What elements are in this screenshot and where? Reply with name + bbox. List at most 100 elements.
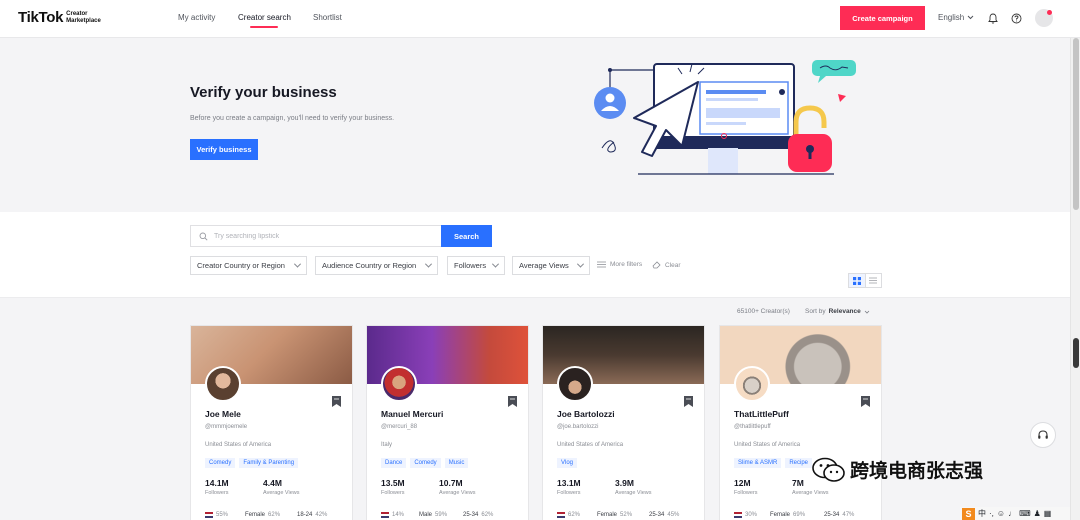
creator-name[interactable]: Joe Mele: [205, 409, 241, 419]
creator-country: Italy: [381, 442, 393, 448]
us-flag-icon: [205, 512, 213, 518]
clear-label: Clear: [665, 261, 681, 269]
create-campaign-button[interactable]: Create campaign: [840, 6, 925, 30]
list-view-icon[interactable]: [866, 274, 882, 287]
us-flag-icon: [734, 512, 742, 518]
audience-gender-pct: 62%: [268, 512, 281, 518]
filter-sliders-icon: [597, 261, 606, 268]
more-filters-button[interactable]: More filters: [597, 261, 642, 268]
creator-name[interactable]: ThatLittlePuff: [734, 409, 789, 419]
ime-punctuation-icon[interactable]: ·,: [989, 509, 994, 518]
creator-handle: @mmmjoemele: [205, 424, 248, 430]
creator-name[interactable]: Manuel Mercuri: [381, 409, 443, 419]
filter-label: Creator Country or Region: [197, 261, 285, 270]
scrollbar-thumb[interactable]: [1073, 38, 1079, 210]
followers-count: 13.5M: [381, 478, 405, 488]
audience-country-filter[interactable]: Audience Country or Region: [315, 256, 438, 275]
audience-age-pct: 42%: [315, 512, 328, 518]
verify-business-banner: Verify your business Before you create a…: [0, 38, 1070, 212]
creator-handle: @joe.bartolozzi: [557, 424, 599, 430]
us-flag-icon: [381, 512, 389, 518]
ime-keyboard-icon[interactable]: ⌨: [1019, 509, 1031, 518]
creator-country: United States of America: [205, 442, 272, 448]
audience-country-pct: 55%: [216, 512, 229, 518]
page-scrollbar[interactable]: [1070, 38, 1080, 520]
bookmark-icon[interactable]: [508, 396, 517, 407]
average-views-filter[interactable]: Average Views: [512, 256, 590, 275]
chevron-down-icon: [967, 15, 974, 20]
bookmark-icon[interactable]: [861, 396, 870, 407]
followers-label: Followers: [205, 490, 229, 496]
search-input[interactable]: [214, 232, 424, 240]
audience-gender-pct: 59%: [435, 512, 448, 518]
creator-card[interactable]: Manuel Mercuri @mercuri_88 Italy Dance C…: [366, 325, 529, 520]
creator-card[interactable]: Joe Mele @mmmjoemele United States of Am…: [190, 325, 353, 520]
audience-gender-pct: 52%: [620, 512, 633, 518]
audience-age: 25-34: [463, 512, 479, 518]
followers-label: Followers: [734, 490, 758, 496]
sogou-ime-icon[interactable]: S: [962, 507, 975, 520]
bookmark-icon[interactable]: [684, 396, 693, 407]
language-selector[interactable]: English: [938, 13, 974, 22]
audience-age-pct: 62%: [481, 512, 494, 518]
audience-country-pct: 62%: [568, 512, 581, 518]
tiktok-creator-marketplace-logo[interactable]: TikTok Creator Marketplace: [18, 9, 106, 26]
help-icon[interactable]: [1009, 11, 1023, 25]
audience-gender-stat: Male 59%: [419, 512, 447, 518]
followers-filter[interactable]: Followers: [447, 256, 505, 275]
view-toggle: [848, 273, 882, 288]
clear-filters-button[interactable]: Clear: [652, 261, 681, 269]
notification-dot: [1047, 10, 1052, 15]
average-views-label: Average Views: [263, 490, 300, 496]
average-views-label: Average Views: [792, 490, 829, 496]
audience-gender-stat: Female 69%: [770, 512, 805, 518]
nav-shortlist[interactable]: Shortlist: [313, 13, 342, 22]
hero-description: Before you create a campaign, you'll nee…: [190, 115, 395, 122]
category-tag: Vlog: [557, 458, 578, 468]
creator-avatar: [381, 366, 417, 402]
followers-count: 12M: [734, 478, 751, 488]
search-field[interactable]: [190, 225, 442, 247]
ime-apps-icon[interactable]: ▦: [1044, 509, 1052, 518]
grid-view-icon[interactable]: [849, 274, 866, 287]
input-method-toolbar: S 中 ·, ☺ ♩ ⌨ ♟ ▦: [960, 507, 1070, 520]
ime-language-label[interactable]: 中: [978, 508, 986, 519]
creator-handle: @thatlittlepuff: [734, 424, 771, 430]
us-flag-icon: [557, 512, 565, 518]
followers-count: 14.1M: [205, 478, 229, 488]
ime-skin-icon[interactable]: ♟: [1034, 509, 1041, 518]
nav-creator-search[interactable]: Creator search: [238, 13, 291, 22]
headset-icon: [1038, 430, 1048, 439]
category-tag: Comedy: [410, 458, 441, 468]
category-tag: Recipe: [785, 458, 813, 468]
creator-name[interactable]: Joe Bartolozzi: [557, 409, 615, 419]
sort-dropdown[interactable]: Sort by Relevance: [805, 308, 870, 315]
category-tag: Comedy: [205, 458, 236, 468]
audience-age-stat: 18-24 42%: [297, 512, 327, 518]
category-tag: Music: [444, 458, 469, 468]
creator-card[interactable]: Joe Bartolozzi @joe.bartolozzi United St…: [542, 325, 705, 520]
creator-search-panel: Search Creator Country or Region Audienc…: [0, 212, 1070, 298]
verify-business-button[interactable]: Verify business: [190, 139, 258, 160]
notification-bell-icon[interactable]: [986, 11, 1000, 25]
scrollbar-marker: [1073, 338, 1079, 368]
audience-country-stat: 30%: [734, 512, 757, 518]
search-icon: [199, 232, 208, 241]
logo-wordmark: TikTok: [18, 9, 64, 26]
creator-card[interactable]: ThatLittlePuff @thatlittlepuff United St…: [719, 325, 882, 520]
nav-my-activity[interactable]: My activity: [178, 13, 215, 22]
ime-emoji-icon[interactable]: ☺: [997, 509, 1005, 518]
sort-prefix: Sort by: [805, 308, 826, 315]
search-button[interactable]: Search: [441, 225, 492, 247]
audience-age-stat: 25-34 45%: [649, 512, 679, 518]
ime-microphone-icon[interactable]: ♩: [1008, 509, 1016, 518]
followers-label: Followers: [557, 490, 581, 496]
filter-label: Average Views: [519, 261, 569, 270]
verify-business-illustration: [594, 60, 856, 175]
audience-gender-stat: Female 62%: [245, 512, 280, 518]
bookmark-icon[interactable]: [332, 396, 341, 407]
average-views-label: Average Views: [615, 490, 652, 496]
creator-country-filter[interactable]: Creator Country or Region: [190, 256, 307, 275]
customer-support-button[interactable]: [1030, 422, 1056, 448]
chevron-down-icon: [576, 260, 585, 268]
